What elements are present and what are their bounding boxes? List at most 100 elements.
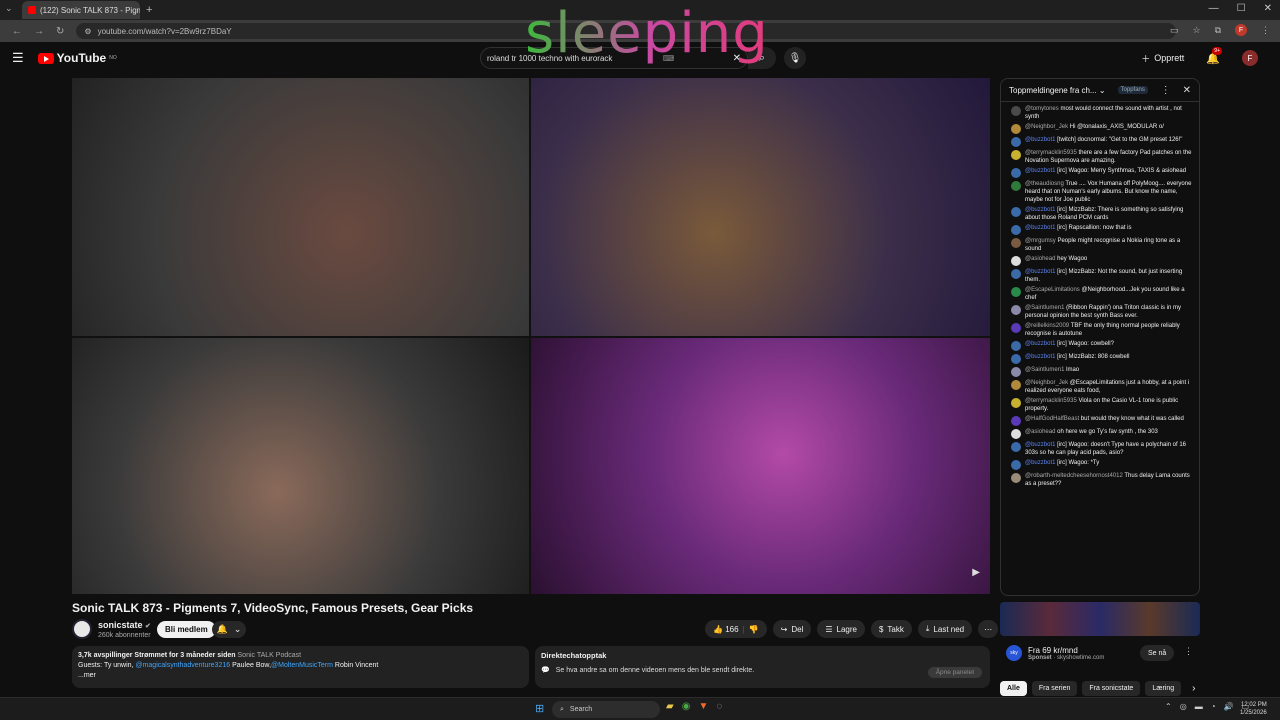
chat-username[interactable]: @buzzbot1 bbox=[1025, 460, 1055, 466]
youtube-watermark-icon[interactable]: ▶ bbox=[972, 567, 980, 578]
volume-icon[interactable]: 🔊 bbox=[1224, 702, 1234, 711]
chat-username[interactable]: @buzzbot1 bbox=[1025, 225, 1055, 231]
tab-search-icon[interactable]: ⌄ bbox=[5, 3, 13, 14]
chat-mode-dropdown[interactable]: Toppmeldingene fra ch... ⌄ bbox=[1009, 86, 1106, 95]
chat-username[interactable]: @robarth-meltedcheesehornost4012 bbox=[1025, 473, 1123, 479]
chat-avatar[interactable] bbox=[1011, 225, 1021, 235]
profile-icon[interactable]: F bbox=[1235, 24, 1247, 36]
chat-username[interactable]: @buzzbot1 bbox=[1025, 269, 1055, 275]
chat-avatar[interactable] bbox=[1011, 269, 1021, 279]
chat-username[interactable]: @Neighbor_Jek bbox=[1025, 380, 1068, 386]
chip-all[interactable]: Alle bbox=[1000, 681, 1027, 696]
chat-username[interactable]: @buzzbot1 bbox=[1025, 137, 1055, 143]
chat-username[interactable]: @terrymacklin5935 bbox=[1025, 398, 1077, 404]
chat-username[interactable]: @buzzbot1 bbox=[1025, 354, 1055, 360]
maximize-icon[interactable]: ☐ bbox=[1237, 3, 1246, 14]
chat-username[interactable]: @reillelkins2009 bbox=[1025, 323, 1069, 329]
chat-username[interactable]: @asiohead bbox=[1025, 429, 1055, 435]
forward-icon[interactable]: → bbox=[34, 26, 44, 37]
wifi-icon[interactable]: ◔ bbox=[1211, 702, 1216, 711]
save-button[interactable]: ☰ Lagre bbox=[817, 620, 865, 638]
chat-username[interactable]: @Saintlumen1 bbox=[1025, 305, 1064, 311]
browser-menu-icon[interactable]: ⋮ bbox=[1261, 25, 1270, 36]
chip-channel[interactable]: Fra sonicstate bbox=[1082, 681, 1141, 696]
file-explorer-icon[interactable]: ▰ bbox=[666, 701, 674, 712]
chat-avatar[interactable] bbox=[1011, 354, 1021, 364]
tray-expand-icon[interactable]: ⌃ bbox=[1165, 702, 1172, 711]
chat-username[interactable]: @buzzbot1 bbox=[1025, 341, 1055, 347]
chat-username[interactable]: @terrymacklin5935 bbox=[1025, 150, 1077, 156]
chat-username[interactable]: @Saintlumen1 bbox=[1025, 367, 1064, 373]
chat-avatar[interactable] bbox=[1011, 124, 1021, 134]
windows-start-icon[interactable]: ⊞ bbox=[535, 702, 544, 715]
minimize-icon[interactable]: — bbox=[1209, 3, 1219, 14]
chat-username[interactable]: @asiohead bbox=[1025, 256, 1055, 262]
chat-avatar[interactable] bbox=[1011, 323, 1021, 333]
chat-username[interactable]: @theaudiosng bbox=[1025, 181, 1064, 187]
chat-username[interactable]: @buzzbot1 bbox=[1025, 442, 1055, 448]
chat-username[interactable]: @buzzbot1 bbox=[1025, 168, 1055, 174]
chat-avatar[interactable] bbox=[1011, 207, 1021, 217]
window-close-icon[interactable]: ✕ bbox=[1264, 3, 1272, 14]
chat-avatar[interactable] bbox=[1011, 429, 1021, 439]
video-player[interactable]: ▶ bbox=[72, 78, 990, 594]
thanks-button[interactable]: $ Takk bbox=[870, 620, 912, 638]
chat-username[interactable]: @Neighbor_Jek bbox=[1025, 124, 1068, 130]
chat-avatar[interactable] bbox=[1011, 305, 1021, 315]
chat-username[interactable]: @HalfGodHalfBeast bbox=[1025, 416, 1079, 422]
dislike-button[interactable]: 👎 bbox=[749, 625, 759, 634]
chat-avatar[interactable] bbox=[1011, 181, 1021, 191]
ad-cta-button[interactable]: Se nå bbox=[1140, 645, 1175, 661]
show-more-link[interactable]: ...mer bbox=[78, 671, 523, 681]
cast-icon[interactable]: ▭ bbox=[1170, 25, 1179, 36]
share-button[interactable]: ↪ Del bbox=[772, 620, 812, 638]
site-info-icon[interactable]: ⚙ bbox=[84, 27, 91, 36]
chat-avatar[interactable] bbox=[1011, 473, 1021, 483]
channel-name[interactable]: sonicstate ✔ bbox=[98, 620, 151, 632]
chat-avatar[interactable] bbox=[1011, 416, 1021, 426]
taskbar-search[interactable]: ⌕ Search bbox=[552, 701, 660, 718]
chat-username[interactable]: @mrgumsy bbox=[1025, 238, 1056, 244]
youtube-logo[interactable]: YouTube NO bbox=[37, 51, 117, 65]
app-icon[interactable]: ◌ bbox=[716, 701, 722, 712]
account-avatar[interactable]: F bbox=[1242, 50, 1258, 66]
extensions-icon[interactable]: ⧉ bbox=[1215, 25, 1221, 36]
chip-series[interactable]: Fra serien bbox=[1031, 681, 1078, 696]
guest-link-1[interactable]: @magicalsynthadventure3216 bbox=[135, 662, 230, 669]
open-panel-button[interactable]: Åpne panelet bbox=[927, 667, 982, 678]
reload-icon[interactable]: ↻ bbox=[56, 26, 64, 37]
join-button[interactable]: Bli medlem bbox=[157, 621, 216, 638]
chat-avatar[interactable] bbox=[1011, 442, 1021, 452]
subscription-bell-dropdown[interactable]: 🔔 ⌄ bbox=[212, 621, 246, 638]
download-button[interactable]: ⤓ Last ned bbox=[917, 620, 973, 638]
chat-username[interactable]: @EscapeLimitations bbox=[1025, 287, 1080, 293]
new-tab-icon[interactable]: + bbox=[146, 4, 152, 16]
chrome-icon[interactable]: ◉ bbox=[682, 701, 691, 712]
brave-icon[interactable]: ▼ bbox=[698, 701, 708, 712]
chat-avatar[interactable] bbox=[1011, 380, 1021, 390]
podcast-tag[interactable]: Sonic TALK Podcast bbox=[238, 652, 302, 659]
chat-menu-icon[interactable]: ⋮ bbox=[1161, 85, 1171, 96]
bookmark-star-icon[interactable]: ☆ bbox=[1192, 25, 1200, 36]
like-button[interactable]: 👍 166 bbox=[713, 625, 739, 634]
top-fans-badge[interactable]: Toppfans bbox=[1117, 86, 1148, 94]
chips-next-icon[interactable]: › bbox=[1192, 683, 1195, 694]
chip-learning[interactable]: Læring bbox=[1145, 681, 1182, 696]
more-actions-button[interactable]: ⋯ bbox=[978, 620, 999, 638]
taskbar-clock[interactable]: 12:02 PM 1/25/2026 bbox=[1240, 701, 1267, 717]
chat-avatar[interactable] bbox=[1011, 460, 1021, 470]
guest-link-2[interactable]: @MoltenMusicTerm bbox=[271, 662, 333, 669]
hamburger-menu-icon[interactable]: ☰ bbox=[12, 50, 24, 66]
chat-avatar[interactable] bbox=[1011, 137, 1021, 147]
chat-avatar[interactable] bbox=[1011, 168, 1021, 178]
ad-menu-icon[interactable]: ⋮ bbox=[1184, 646, 1193, 657]
chat-avatar[interactable] bbox=[1011, 150, 1021, 160]
notifications-button[interactable]: 🔔 9+ bbox=[1206, 46, 1222, 65]
language-icon[interactable]: ▬ bbox=[1195, 702, 1203, 711]
tray-app-icon[interactable]: ◎ bbox=[1180, 702, 1187, 711]
back-icon[interactable]: ← bbox=[12, 26, 22, 37]
chat-avatar[interactable] bbox=[1011, 341, 1021, 351]
channel-avatar[interactable] bbox=[72, 619, 92, 639]
chat-avatar[interactable] bbox=[1011, 106, 1021, 116]
create-button[interactable]: ＋ Opprett bbox=[1141, 52, 1184, 65]
